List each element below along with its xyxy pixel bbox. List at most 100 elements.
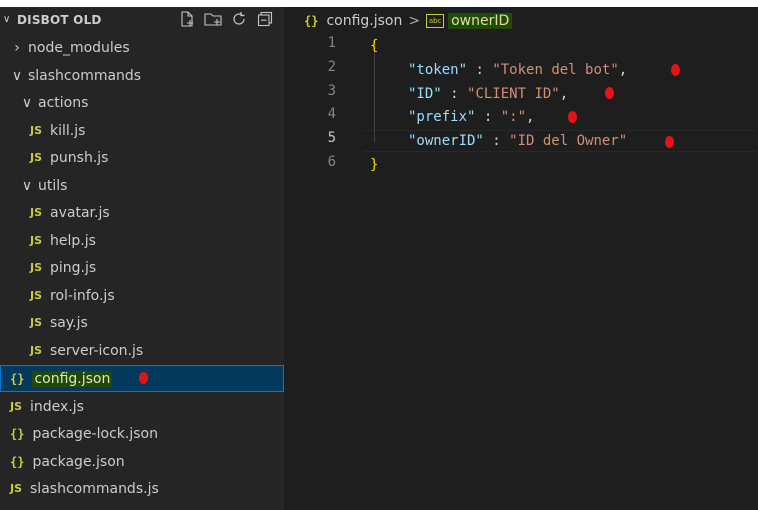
code-line-6[interactable]: } <box>370 154 378 177</box>
collapse-all-icon[interactable] <box>256 10 274 28</box>
line-number: 1 <box>327 35 336 51</box>
json-file-icon: {} <box>304 14 319 28</box>
json-comma: , <box>618 62 628 78</box>
new-folder-icon[interactable] <box>204 10 222 28</box>
code-line-3[interactable]: "ID" : "CLIENT ID", <box>408 83 568 106</box>
tree-item-label: index.js <box>30 398 84 415</box>
tree-file-package-json[interactable]: {} package.json <box>0 448 284 475</box>
tree-item-label: package.json <box>32 453 125 470</box>
json-file-icon: {} <box>10 426 25 441</box>
tree-file-kill-js[interactable]: JS kill.js <box>0 117 284 144</box>
tree-folder-slashcommands[interactable]: ∨ slashcommands <box>0 62 284 89</box>
tree-folder-node-modules[interactable]: › node_modules <box>0 34 284 61</box>
top-strip <box>0 0 758 7</box>
tree-item-label: say.js <box>50 314 88 331</box>
editor-pane[interactable]: {} config.json > abc ownerID 1 2 3 4 5 6… <box>284 7 758 510</box>
tree-file-server-icon-js[interactable]: JS server-icon.js <box>0 337 284 364</box>
code-line-2[interactable]: "token" : "Token del bot", <box>408 59 627 82</box>
code-line-1[interactable]: { <box>370 35 378 58</box>
line-number: 6 <box>327 154 336 170</box>
annotation-dot <box>665 136 674 148</box>
js-file-icon: JS <box>10 400 23 413</box>
json-string: "Token del bot" <box>492 62 619 78</box>
json-file-icon: {} <box>10 371 25 386</box>
tree-item-label: punsh.js <box>50 149 109 166</box>
json-string: "ID del Owner" <box>509 133 628 149</box>
tree-item-label: utils <box>38 177 68 194</box>
tree-item-label: ping.js <box>50 259 97 276</box>
json-string: ":" <box>500 109 527 125</box>
json-key: "ID" <box>408 86 442 102</box>
tree-file-index-js[interactable]: JS index.js <box>0 393 284 420</box>
chevron-down-icon: ∨ <box>21 177 33 194</box>
new-file-icon[interactable] <box>178 10 196 28</box>
json-brace: } <box>370 157 379 173</box>
code-line-5[interactable]: "ownerID" : "ID del Owner" <box>408 130 627 153</box>
line-number: 4 <box>327 106 336 122</box>
json-file-icon: {} <box>10 454 25 469</box>
tree-item-label: slashcommands.js <box>30 480 159 497</box>
tree-file-ping-js[interactable]: JS ping.js <box>0 254 284 281</box>
chevron-down-icon: ∨ <box>11 67 23 84</box>
explorer-title: DISBOT OLD <box>17 13 102 27</box>
js-file-icon: JS <box>30 261 43 274</box>
json-colon: : <box>483 133 510 149</box>
tree-file-avatar-js[interactable]: JS avatar.js <box>0 199 284 226</box>
js-file-icon: JS <box>30 206 43 219</box>
tree-file-package-lock-json[interactable]: {} package-lock.json <box>0 420 284 447</box>
js-file-icon: JS <box>30 344 43 357</box>
breadcrumb-file[interactable]: config.json <box>326 13 402 29</box>
tree-item-label: avatar.js <box>50 204 110 221</box>
json-key: "token" <box>408 62 468 78</box>
js-file-icon: JS <box>30 234 43 247</box>
json-colon: : <box>441 86 468 102</box>
tree-folder-actions[interactable]: ∨ actions <box>0 89 284 116</box>
explorer-sidebar: ∨ DISBOT OLD › node_modules ∨ slashcomma… <box>0 7 284 510</box>
annotation-dot <box>671 64 680 76</box>
explorer-actions <box>178 10 274 28</box>
tree-folder-utils[interactable]: ∨ utils <box>0 172 284 199</box>
code-line-4[interactable]: "prefix" : ":", <box>408 106 534 129</box>
js-file-icon: JS <box>30 124 43 137</box>
tree-file-punsh-js[interactable]: JS punsh.js <box>0 144 284 171</box>
json-brace: { <box>370 38 379 54</box>
line-number: 3 <box>327 83 336 99</box>
js-file-icon: JS <box>30 151 43 164</box>
string-symbol-icon: abc <box>426 14 445 28</box>
indent-guide <box>374 50 375 142</box>
annotation-dot <box>139 372 148 384</box>
tree-item-label: rol-info.js <box>50 287 115 304</box>
tree-file-help-js[interactable]: JS help.js <box>0 227 284 254</box>
explorer-header[interactable]: ∨ DISBOT OLD <box>0 7 284 34</box>
tree-item-label: config.json <box>32 370 113 387</box>
js-file-icon: JS <box>30 289 43 302</box>
tree-item-label: kill.js <box>50 122 86 139</box>
json-string: "CLIENT ID" <box>467 86 560 102</box>
json-key: "ownerID" <box>408 133 484 149</box>
tree-file-rol-info-js[interactable]: JS rol-info.js <box>0 282 284 309</box>
annotation-dot <box>568 111 577 123</box>
breadcrumb-symbol[interactable]: ownerID <box>448 13 513 29</box>
json-key: "prefix" <box>408 109 476 125</box>
chevron-down-icon[interactable]: ∨ <box>3 14 10 25</box>
breadcrumb: {} config.json > abc ownerID <box>304 11 513 31</box>
tree-file-say-js[interactable]: JS say.js <box>0 309 284 336</box>
js-file-icon: JS <box>30 316 43 329</box>
tree-item-label: slashcommands <box>28 67 142 84</box>
line-number: 2 <box>327 59 336 75</box>
tree-item-label: package-lock.json <box>32 425 158 442</box>
js-file-icon: JS <box>10 482 23 495</box>
tree-item-label: help.js <box>50 232 96 249</box>
tree-file-slashcommands-js[interactable]: JS slashcommands.js <box>0 475 284 502</box>
annotation-dot <box>605 87 614 99</box>
chevron-right-icon: › <box>14 39 20 56</box>
json-comma: , <box>559 86 569 102</box>
chevron-down-icon: ∨ <box>21 94 33 111</box>
json-comma: , <box>526 109 535 125</box>
refresh-icon[interactable] <box>230 10 248 28</box>
json-colon: : <box>475 109 501 125</box>
breadcrumb-separator: > <box>408 13 421 29</box>
tree-item-label: node_modules <box>28 39 130 56</box>
line-number-active: 5 <box>327 130 336 146</box>
json-colon: : <box>467 62 493 78</box>
